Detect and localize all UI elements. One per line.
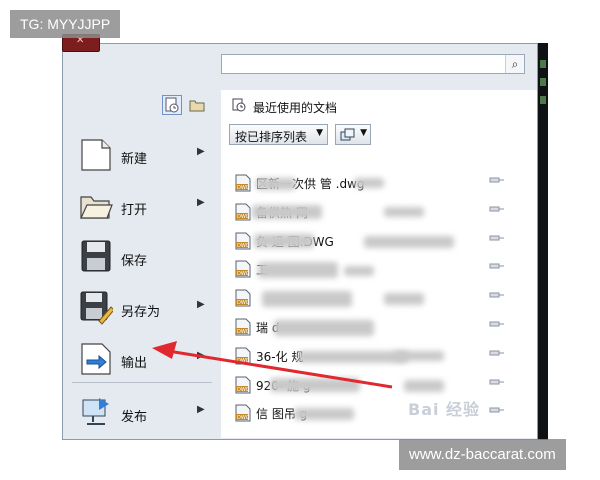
- pin-icon[interactable]: [489, 319, 505, 329]
- recent-file-row[interactable]: DWG 36-化 规: [234, 345, 514, 367]
- search-input[interactable]: ⌕: [221, 54, 525, 74]
- view-options-dropdown[interactable]: ▼: [335, 124, 371, 145]
- chevron-right-icon: ▶: [197, 146, 205, 157]
- redaction-blur: [252, 204, 322, 219]
- pin-icon[interactable]: [489, 377, 505, 387]
- dwg-file-icon: DWG: [235, 318, 251, 336]
- recent-file-row[interactable]: DWG 备供热 网: [234, 201, 514, 223]
- menu-item-label: 打开: [121, 203, 148, 218]
- dwg-file-icon: DWG: [235, 404, 251, 422]
- dwg-file-icon: DWG: [235, 347, 251, 365]
- open-documents-toggle[interactable]: [187, 95, 207, 115]
- redaction-blur: [384, 293, 424, 306]
- menu-column: 新建 ▶ 打开 ▶ 保存 另存为 ▶ 输出 ▶ 发布 ▶: [63, 120, 219, 438]
- recent-documents-title: 最近使用的文档: [253, 101, 338, 115]
- chevron-down-icon: ▼: [360, 128, 367, 138]
- menu-item-open[interactable]: 打开 ▶: [77, 185, 217, 229]
- redaction-blur: [254, 233, 314, 248]
- menu-item-export[interactable]: 输出 ▶: [77, 338, 217, 382]
- edge-icon: [540, 60, 546, 68]
- menu-item-label: 发布: [121, 410, 148, 425]
- svg-text:DWG: DWG: [237, 185, 250, 191]
- recent-file-row[interactable]: DWG: [234, 287, 514, 309]
- menu-item-new[interactable]: 新建 ▶: [77, 134, 217, 178]
- open-folder-icon: [80, 196, 113, 219]
- new-document-icon: [81, 139, 111, 171]
- menu-divider: [72, 382, 212, 383]
- recent-file-row[interactable]: DWG 区新一次供 管 .dwg: [234, 172, 514, 194]
- redaction-blur: [298, 350, 408, 363]
- redaction-blur: [258, 262, 338, 279]
- recent-file-row[interactable]: DWG 瑞 d: [234, 316, 514, 338]
- svg-text:DWG: DWG: [237, 300, 250, 306]
- redaction-blur: [274, 320, 374, 336]
- recent-file-row[interactable]: DWG 负 运 图.DWG: [234, 230, 514, 252]
- dwg-file-icon: DWG: [235, 260, 251, 278]
- menu-item-label: 保存: [121, 254, 148, 269]
- pin-icon[interactable]: [489, 175, 505, 185]
- search-icon[interactable]: ⌕: [505, 55, 524, 73]
- recent-documents-icon: [165, 97, 179, 113]
- dwg-file-icon: DWG: [235, 174, 251, 192]
- export-icon: [81, 343, 111, 375]
- recent-file-row[interactable]: DWG920- 施 g: [234, 374, 514, 396]
- pin-icon[interactable]: [489, 261, 505, 271]
- save-icon: [81, 240, 111, 272]
- redaction-blur: [394, 350, 444, 361]
- chevron-right-icon: ▶: [197, 299, 205, 310]
- watermark-top-left: TG: MYYJJPP: [10, 10, 121, 38]
- chevron-right-icon: ▶: [197, 197, 205, 208]
- dwg-file-icon: DWG: [235, 232, 251, 250]
- sort-dropdown-label: 按已排序列表: [235, 130, 308, 144]
- edge-icon: [540, 96, 546, 104]
- pin-icon[interactable]: [489, 348, 505, 358]
- redaction-blur: [256, 178, 296, 190]
- redaction-blur: [364, 235, 454, 248]
- edge-icon: [540, 78, 546, 86]
- dwg-file-icon: DWG: [235, 376, 251, 394]
- menu-item-publish[interactable]: 发布 ▶: [77, 392, 217, 436]
- svg-text:DWG: DWG: [237, 243, 250, 249]
- redaction-blur: [404, 379, 444, 392]
- dwg-file-icon: DWG: [235, 289, 251, 307]
- save-as-icon: [80, 291, 113, 325]
- svg-text:DWG: DWG: [237, 271, 250, 277]
- menu-item-save[interactable]: 保存: [77, 236, 217, 280]
- recent-documents-toggle[interactable]: [162, 95, 182, 115]
- pin-icon[interactable]: [489, 290, 505, 300]
- icon-view-icon: [340, 128, 355, 141]
- pin-icon[interactable]: [489, 204, 505, 214]
- svg-text:DWG: DWG: [237, 415, 250, 421]
- redaction-blur: [344, 266, 374, 277]
- dwg-file-icon: DWG: [235, 203, 251, 221]
- menu-item-label: 新建: [121, 152, 148, 167]
- redaction-blur: [270, 377, 360, 392]
- publish-icon: [82, 398, 109, 425]
- redaction-blur: [262, 291, 352, 308]
- svg-text:DWG: DWG: [237, 214, 250, 220]
- svg-text:DWG: DWG: [237, 358, 250, 364]
- watermark-bottom-right: www.dz-baccarat.com: [399, 439, 566, 470]
- sort-dropdown[interactable]: 按已排序列表 ▼: [229, 124, 328, 145]
- svg-text:DWG: DWG: [237, 329, 250, 335]
- baidu-watermark: Bai 经验: [408, 400, 481, 419]
- chevron-right-icon: ▶: [197, 350, 205, 361]
- redaction-blur: [384, 206, 424, 217]
- menu-item-label: 输出: [121, 356, 148, 371]
- pin-icon[interactable]: [489, 233, 505, 243]
- chevron-right-icon: ▶: [197, 404, 205, 415]
- recent-file-row[interactable]: DWG 工: [234, 258, 514, 280]
- recent-documents-icon: [232, 98, 246, 112]
- redaction-blur: [294, 408, 354, 421]
- file-name: 36-化 规: [256, 349, 304, 364]
- menu-item-label: 另存为: [121, 305, 161, 320]
- svg-text:DWG: DWG: [237, 387, 250, 393]
- menu-item-save-as[interactable]: 另存为 ▶: [77, 287, 217, 331]
- redaction-blur: [354, 178, 384, 188]
- pin-icon[interactable]: [489, 405, 505, 415]
- open-documents-icon: [189, 100, 205, 112]
- chevron-down-icon: ▼: [316, 128, 323, 138]
